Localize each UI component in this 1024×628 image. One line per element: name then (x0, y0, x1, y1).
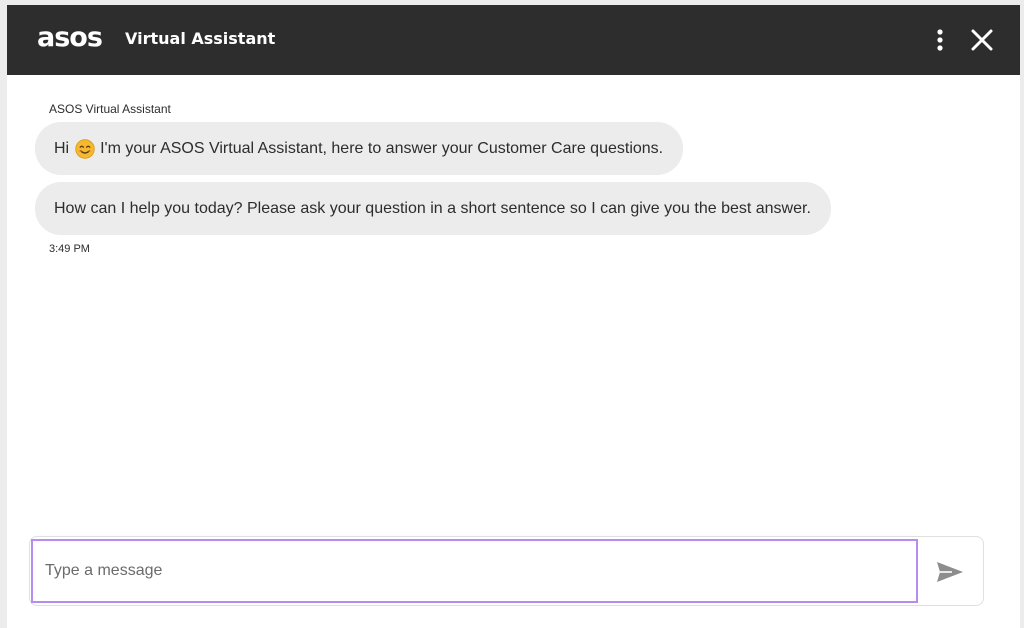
send-icon (937, 562, 963, 582)
message-greeting: Hi (54, 139, 70, 157)
chat-window: asos Virtual Assistant ASOS Virtual Assi… (7, 5, 1020, 628)
send-button[interactable] (934, 558, 966, 586)
close-button[interactable] (969, 27, 997, 55)
message-text: How can I help you today? Please ask you… (54, 199, 811, 217)
message-input[interactable] (31, 539, 918, 603)
chat-message: How can I help you today? Please ask you… (35, 182, 831, 235)
close-icon (971, 29, 993, 51)
message-text: I'm your ASOS Virtual Assistant, here to… (100, 139, 664, 157)
more-options-button[interactable] (925, 27, 955, 55)
asos-logo: asos (37, 22, 103, 53)
sender-name: ASOS Virtual Assistant (49, 102, 171, 116)
message-timestamp: 3:49 PM (49, 243, 90, 255)
more-vertical-icon (937, 29, 943, 51)
chat-title: Virtual Assistant (125, 29, 276, 48)
chat-header: asos Virtual Assistant (7, 5, 1020, 75)
chat-message: Hi I'm your ASOS Virtual Assistant, here… (35, 122, 684, 175)
smiling-face-icon (75, 138, 95, 159)
